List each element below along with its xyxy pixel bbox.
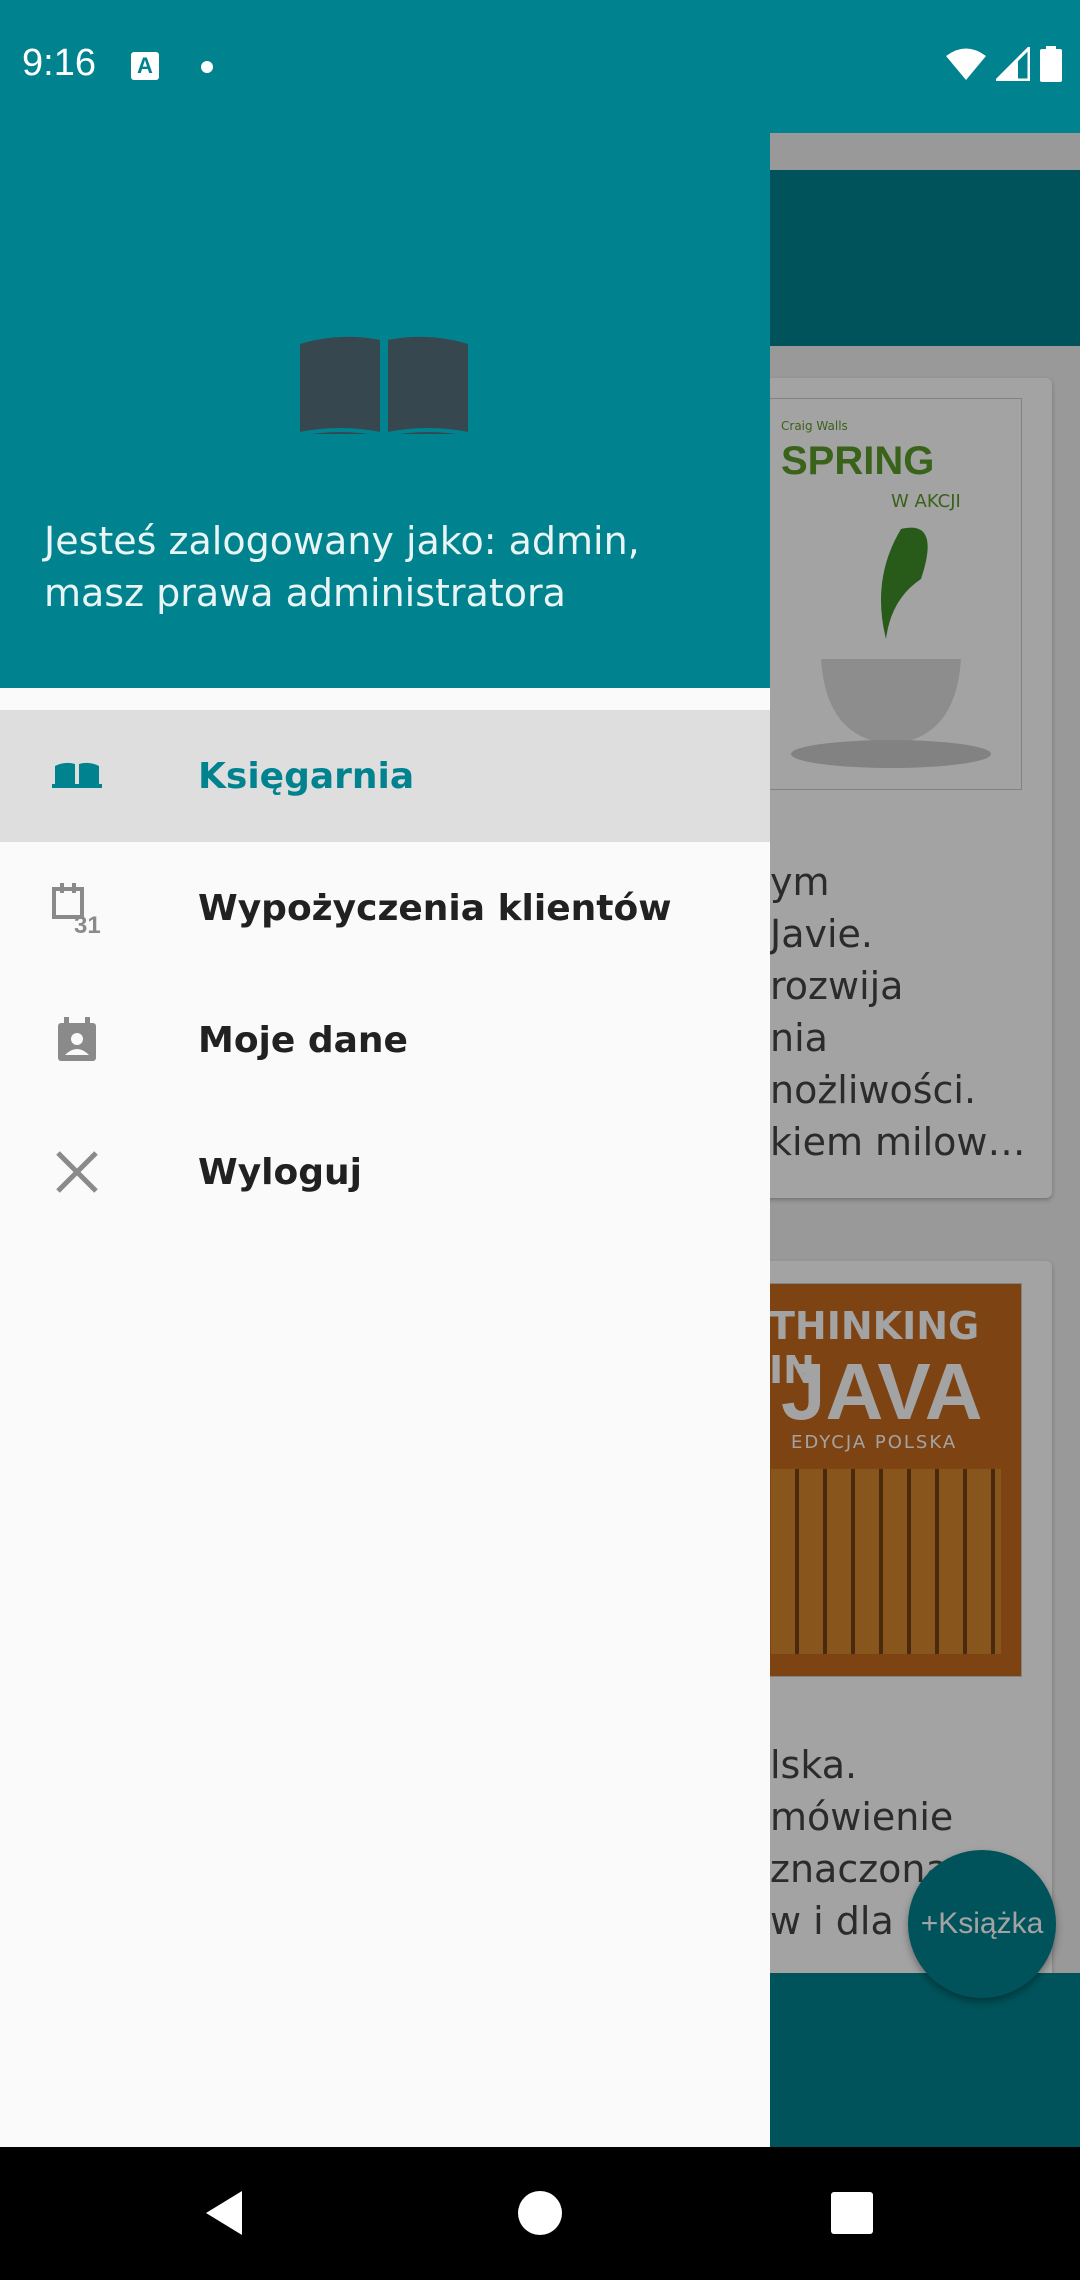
drawer-item-label: Wypożyczenia klientów [198,887,672,929]
drawer-item-wyloguj[interactable]: Wyloguj [0,1106,770,1238]
a-notification-icon: A [131,52,159,80]
svg-text:31: 31 [74,912,101,933]
drawer-menu: Księgarnia 31 Wypożyczenia klientów Moje… [0,710,770,1238]
contact-icon [58,1017,96,1061]
status-icons [946,46,1062,82]
back-icon[interactable] [198,2185,254,2241]
wifi-icon [946,48,986,80]
drawer-item-label: Wyloguj [198,1151,362,1193]
book-icon [52,762,102,788]
drawer-item-label: Moje dane [198,1019,408,1061]
dot-icon [201,61,213,73]
signal-icon [996,47,1030,81]
drawer-item-wypozyczenia[interactable]: 31 Wypożyczenia klientów [0,842,770,974]
calendar-icon: 31 [52,883,101,933]
close-icon [56,1151,98,1193]
navigation-drawer: Jesteś zalogowany jako: admin, masz praw… [0,0,770,2147]
home-icon[interactable] [512,2185,568,2241]
drawer-item-label: Księgarnia [198,755,415,797]
drawer-item-moje-dane[interactable]: Moje dane [0,974,770,1106]
navigation-bar [0,2147,1080,2280]
logged-in-info: Jesteś zalogowany jako: admin, masz praw… [44,519,640,615]
recents-icon[interactable] [824,2185,880,2241]
status-bar: 9:16 A [0,0,1080,133]
battery-icon [1040,46,1062,82]
status-time: 9:16 [22,42,96,84]
open-book-icon [299,336,469,436]
drawer-item-ksiegarnia[interactable]: Księgarnia [0,710,770,842]
